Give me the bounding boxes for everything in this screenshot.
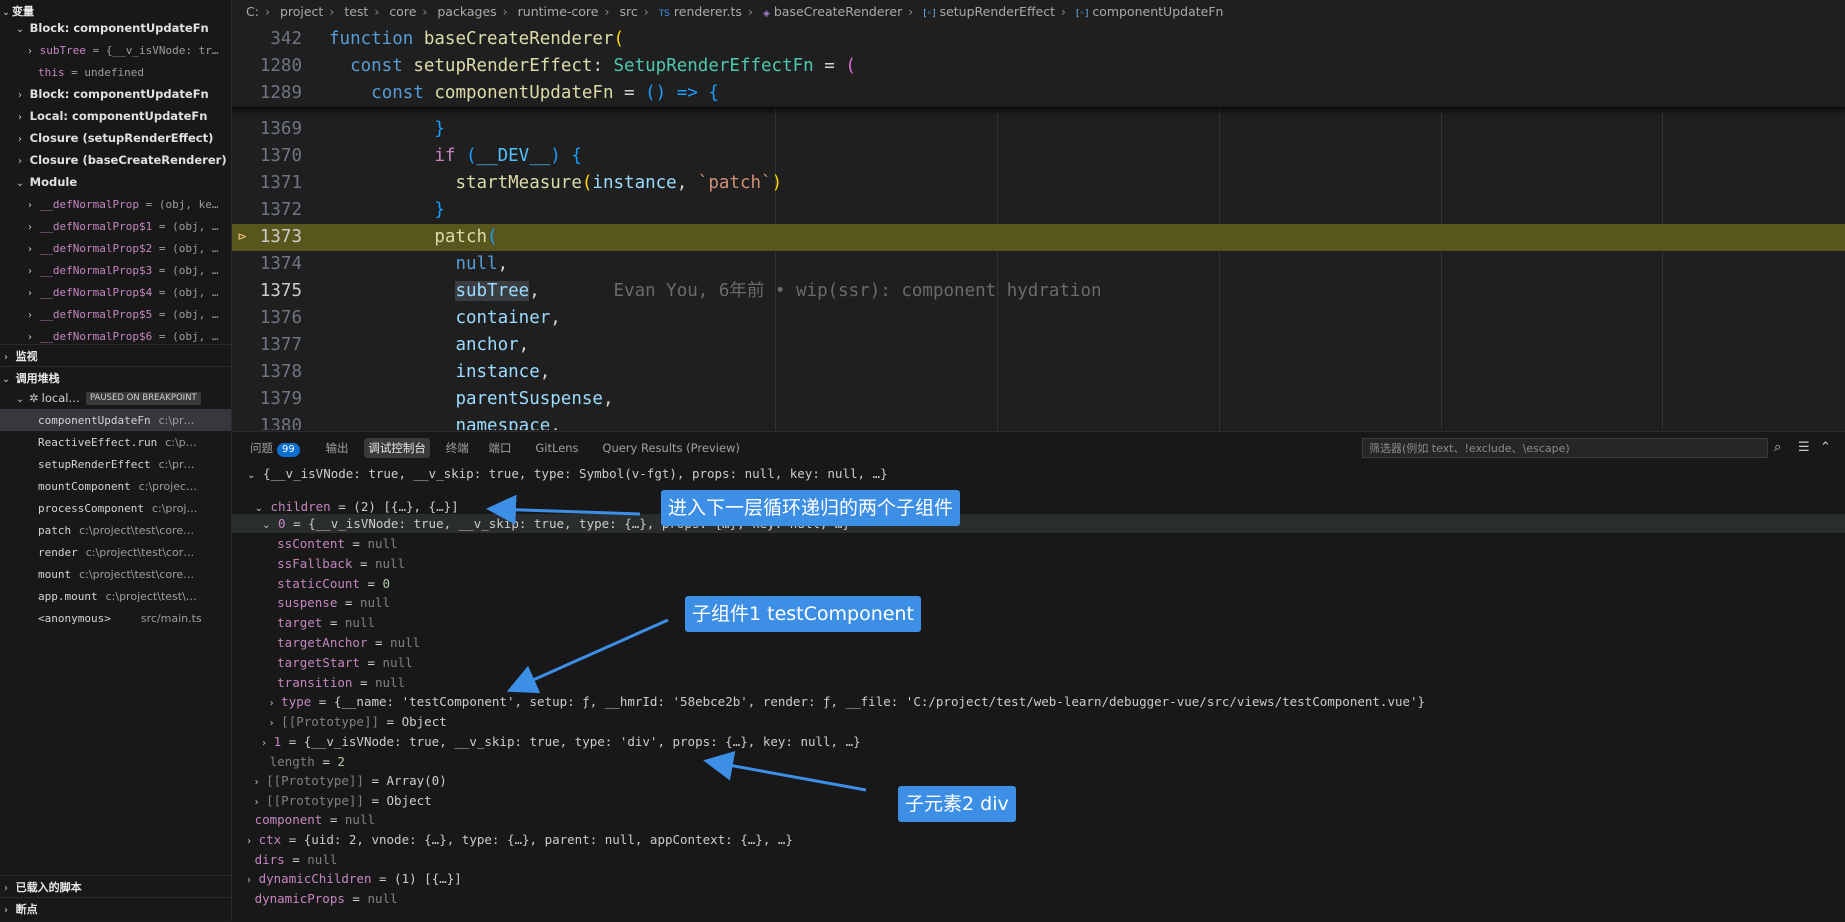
- annotation-callout: 子元素2 div: [898, 786, 1016, 822]
- annotation-callout: 子组件1 testComponent: [685, 596, 921, 632]
- annotation-arrows: [486, 494, 867, 792]
- annotation-arrow: [486, 494, 641, 525]
- annotation-callout: 进入下一层循环递归的两个子组件: [661, 490, 961, 526]
- annotation-arrow: [703, 750, 867, 792]
- annotation-arrow: [506, 618, 669, 694]
